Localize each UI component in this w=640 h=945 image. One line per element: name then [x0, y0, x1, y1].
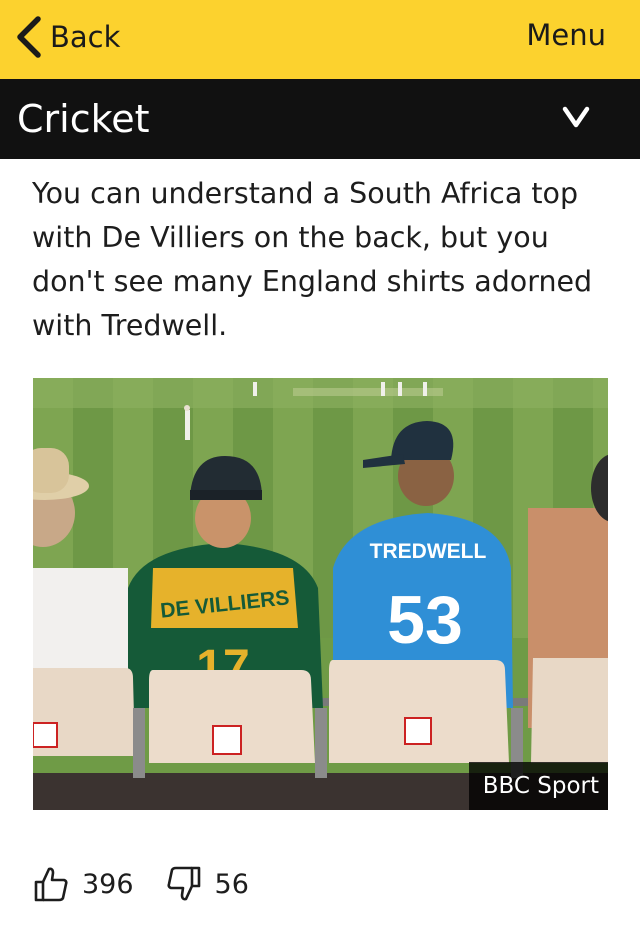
menu-button[interactable]: Menu: [526, 18, 606, 52]
article-paragraph: You can understand a South Africa top wi…: [32, 177, 593, 342]
section-header: Cricket: [0, 79, 640, 159]
shirt-right-number: 53: [387, 582, 463, 658]
chevron-left-icon: [14, 15, 44, 59]
article-photo: DE VILLIERS 17 TREDWELL 53 BBC Sport: [33, 378, 608, 810]
photo-credit: BBC Sport: [468, 762, 608, 810]
thumbs-down-icon: [166, 865, 202, 903]
top-navigation-bar: Back Menu: [0, 0, 640, 79]
dislike-count: 56: [214, 868, 249, 900]
shirt-right-name: TREDWELL: [370, 540, 487, 563]
like-count: 396: [82, 868, 134, 900]
back-button[interactable]: Back: [14, 12, 120, 62]
section-title: Cricket: [17, 97, 150, 141]
like-button[interactable]: 396: [33, 865, 134, 903]
photo-scene: DE VILLIERS 17 TREDWELL 53: [33, 378, 608, 810]
back-label: Back: [50, 20, 121, 54]
chevron-down-icon[interactable]: [562, 103, 590, 131]
reactions-bar: 396 56: [33, 862, 249, 906]
dislike-button[interactable]: 56: [166, 865, 249, 903]
thumbs-up-icon: [33, 865, 69, 903]
